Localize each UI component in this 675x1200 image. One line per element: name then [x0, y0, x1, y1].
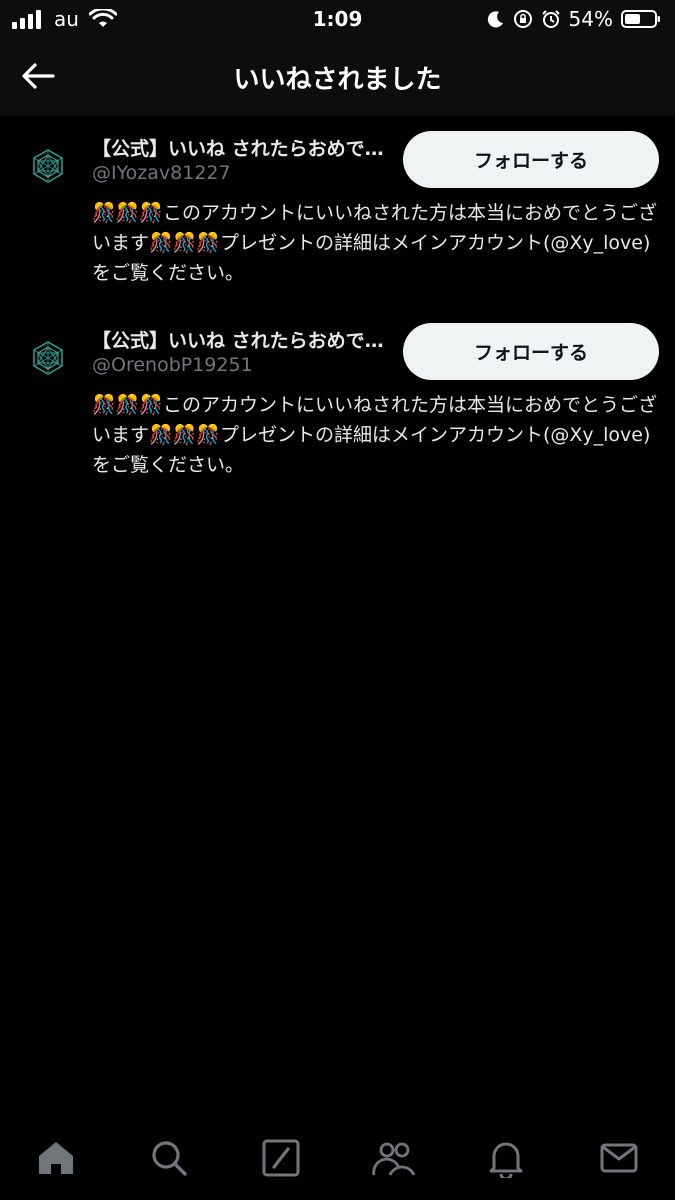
- avatar[interactable]: [30, 148, 66, 184]
- back-button[interactable]: [18, 58, 58, 94]
- tab-communities[interactable]: [366, 1136, 422, 1180]
- user-handle[interactable]: @OrenobP19251: [92, 354, 253, 376]
- communities-icon: [372, 1142, 416, 1176]
- carrier-label: au: [54, 7, 79, 31]
- follow-button[interactable]: フォローする: [403, 323, 659, 380]
- moon-icon: [487, 10, 505, 28]
- tab-search[interactable]: [141, 1136, 197, 1180]
- page-title: いいねされました: [233, 64, 442, 95]
- user-bio: 🎊🎊🎊このアカウントにいいねされた方は本当におめでとうございます🎊🎊🎊プレゼント…: [92, 202, 657, 284]
- status-bar: au 1:09 54%: [0, 0, 675, 38]
- list-item[interactable]: 【公式】いいね されたらおめでとうございます @IYozav81227 フォロー…: [0, 116, 675, 308]
- status-left: au: [12, 7, 212, 31]
- list-item[interactable]: 【公式】いいね されたらおめでとうございます @OrenobP19251 フォロ…: [0, 308, 675, 500]
- tab-compose[interactable]: [253, 1136, 309, 1180]
- status-right: 54%: [487, 7, 661, 31]
- battery-icon: [621, 9, 661, 29]
- compose-icon: [262, 1139, 300, 1177]
- tab-messages[interactable]: [591, 1136, 647, 1180]
- user-bio: 🎊🎊🎊このアカウントにいいねされた方は本当におめでとうございます🎊🎊🎊プレゼント…: [92, 394, 657, 476]
- follow-button[interactable]: フォローする: [403, 131, 659, 188]
- mail-icon: [600, 1143, 638, 1173]
- signal-icon: [12, 9, 44, 29]
- battery-percent: 54%: [568, 7, 613, 31]
- search-icon: [152, 1141, 187, 1176]
- user-name[interactable]: 【公式】いいね されたらおめでとうございます: [92, 326, 392, 353]
- top-header: いいねされました: [0, 38, 675, 116]
- wifi-icon: [88, 9, 117, 29]
- alarm-icon: [541, 9, 561, 29]
- user-list: 【公式】いいね されたらおめでとうございます @IYozav81227 フォロー…: [0, 116, 675, 500]
- bottom-tab-bar: [0, 1120, 675, 1200]
- tab-notifications[interactable]: [478, 1136, 534, 1180]
- geometric-avatar-icon: [33, 341, 63, 375]
- avatar[interactable]: [30, 340, 66, 376]
- user-name[interactable]: 【公式】いいね されたらおめでとうございます: [92, 134, 392, 161]
- tab-home[interactable]: [28, 1136, 84, 1180]
- back-arrow-icon: [22, 63, 55, 89]
- geometric-avatar-icon: [33, 149, 63, 183]
- bell-icon: [489, 1142, 523, 1178]
- user-handle[interactable]: @IYozav81227: [92, 162, 231, 184]
- home-icon: [39, 1142, 74, 1174]
- rotation-lock-icon: [513, 9, 533, 29]
